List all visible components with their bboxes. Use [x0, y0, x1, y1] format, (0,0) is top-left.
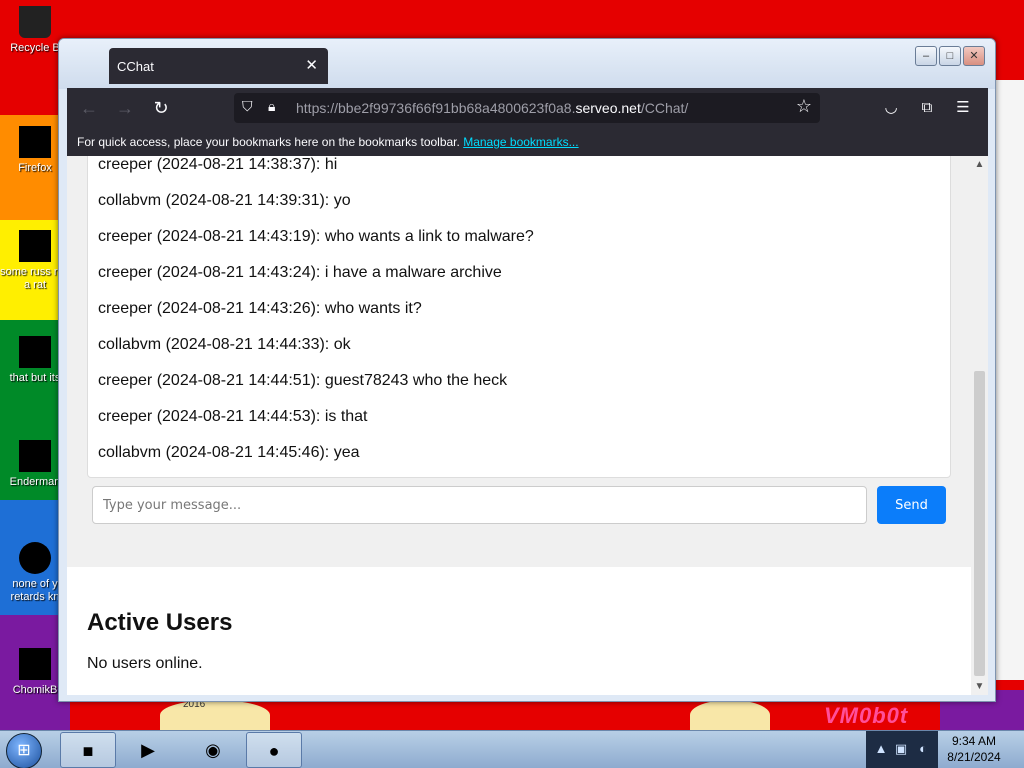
- chat-message: creeper (2024-08-21 14:44:51): guest7824…: [98, 372, 508, 389]
- manage-bookmarks-link[interactable]: Manage bookmarks...: [463, 135, 578, 149]
- start-button[interactable]: ⊞: [6, 733, 42, 768]
- users-status: No users online.: [87, 655, 203, 672]
- back-icon[interactable]: ←: [77, 96, 101, 120]
- clock-date: 8/21/2024: [947, 750, 1001, 764]
- active-users-panel: Active Users No users online.: [67, 567, 971, 695]
- menu-icon[interactable]: ☰: [951, 96, 975, 120]
- message-input[interactable]: [92, 486, 867, 524]
- url-text[interactable]: https://bbe2f99736f66f91bb68a4800623f0a8…: [296, 100, 688, 116]
- bookmark-star-icon[interactable]: ☆: [796, 96, 812, 117]
- scrollbar-thumb[interactable]: [974, 371, 985, 676]
- chat-message: creeper (2024-08-21 14:43:19): who wants…: [98, 228, 534, 245]
- close-window-button[interactable]: ✕: [963, 46, 985, 66]
- tab-cchat[interactable]: CChat ✕: [109, 48, 328, 84]
- pocket-icon[interactable]: ◡: [879, 96, 903, 120]
- extensions-icon[interactable]: ⧉: [915, 96, 939, 120]
- minimize-button[interactable]: –: [915, 46, 937, 66]
- send-button[interactable]: Send: [877, 486, 946, 524]
- reload-icon[interactable]: ↻: [149, 96, 173, 120]
- navigation-toolbar: ← → ↻ ⛉ 🔒︎ https://bbe2f99736f66f91bb68a…: [67, 88, 988, 128]
- chat-box: creeper (2024-08-21 14:38:37): hi collab…: [87, 156, 951, 478]
- chat-message: collabvm (2024-08-21 14:45:46): yea: [98, 444, 360, 461]
- taskbar-app-media-player[interactable]: ▶: [120, 732, 176, 768]
- wallpaper-text: VM0b0t: [824, 703, 909, 728]
- taskbar-app-globe[interactable]: ◉: [185, 732, 241, 768]
- chat-message: collabvm (2024-08-21 14:39:31): yo: [98, 192, 351, 209]
- lock-icon[interactable]: 🔒︎: [268, 98, 275, 115]
- scroll-up-icon[interactable]: ▲: [971, 156, 988, 173]
- forward-icon[interactable]: →: [113, 96, 137, 120]
- active-users-heading: Active Users: [87, 609, 233, 636]
- volume-icon[interactable]: ◐: [914, 741, 932, 757]
- clock[interactable]: 9:34 AM 8/21/2024: [940, 733, 1008, 765]
- system-tray: ▲ ▣ ◐: [866, 731, 938, 768]
- shield-icon[interactable]: ⛉: [242, 98, 253, 115]
- tray-expand-icon[interactable]: ▲: [872, 741, 890, 757]
- chat-message: creeper (2024-08-21 14:43:24): i have a …: [98, 264, 502, 281]
- message-input-row: Send: [92, 486, 946, 524]
- taskbar: ⊞ ■ ▶ ◉ ● ▲ ▣ ◐ 9:34 AM 8/21/2024: [0, 730, 1024, 768]
- bookmarks-hint: For quick access, place your bookmarks h…: [77, 135, 460, 149]
- chat-message: creeper (2024-08-21 14:44:53): is that: [98, 408, 368, 425]
- scroll-down-icon[interactable]: ▼: [971, 678, 988, 695]
- chat-message: collabvm (2024-08-21 14:44:33): ok: [98, 336, 351, 353]
- page-scrollbar[interactable]: ▲ ▼: [971, 156, 988, 695]
- chat-message: creeper (2024-08-21 14:43:26): who wants…: [98, 300, 422, 317]
- taskbar-app-firefox[interactable]: ●: [246, 732, 302, 768]
- window-titlebar[interactable]: CChat ✕ – □ ✕: [59, 39, 995, 89]
- tab-title: CChat: [117, 59, 154, 74]
- browser-window: CChat ✕ – □ ✕ ← → ↻ ⛉ 🔒︎ https://bbe2f99…: [58, 38, 996, 702]
- page-content: creeper (2024-08-21 14:38:37): hi collab…: [67, 156, 988, 695]
- url-bar[interactable]: ⛉ 🔒︎ https://bbe2f99736f66f91bb68a480062…: [234, 93, 820, 123]
- chat-message: creeper (2024-08-21 14:38:37): hi: [98, 156, 338, 173]
- taskbar-app-terminal[interactable]: ■: [60, 732, 116, 768]
- clock-time: 9:34 AM: [951, 734, 997, 748]
- tab-close-icon[interactable]: ✕: [305, 56, 318, 74]
- network-icon[interactable]: ▣: [892, 741, 910, 757]
- bookmarks-toolbar: For quick access, place your bookmarks h…: [67, 128, 988, 156]
- maximize-button[interactable]: □: [939, 46, 961, 66]
